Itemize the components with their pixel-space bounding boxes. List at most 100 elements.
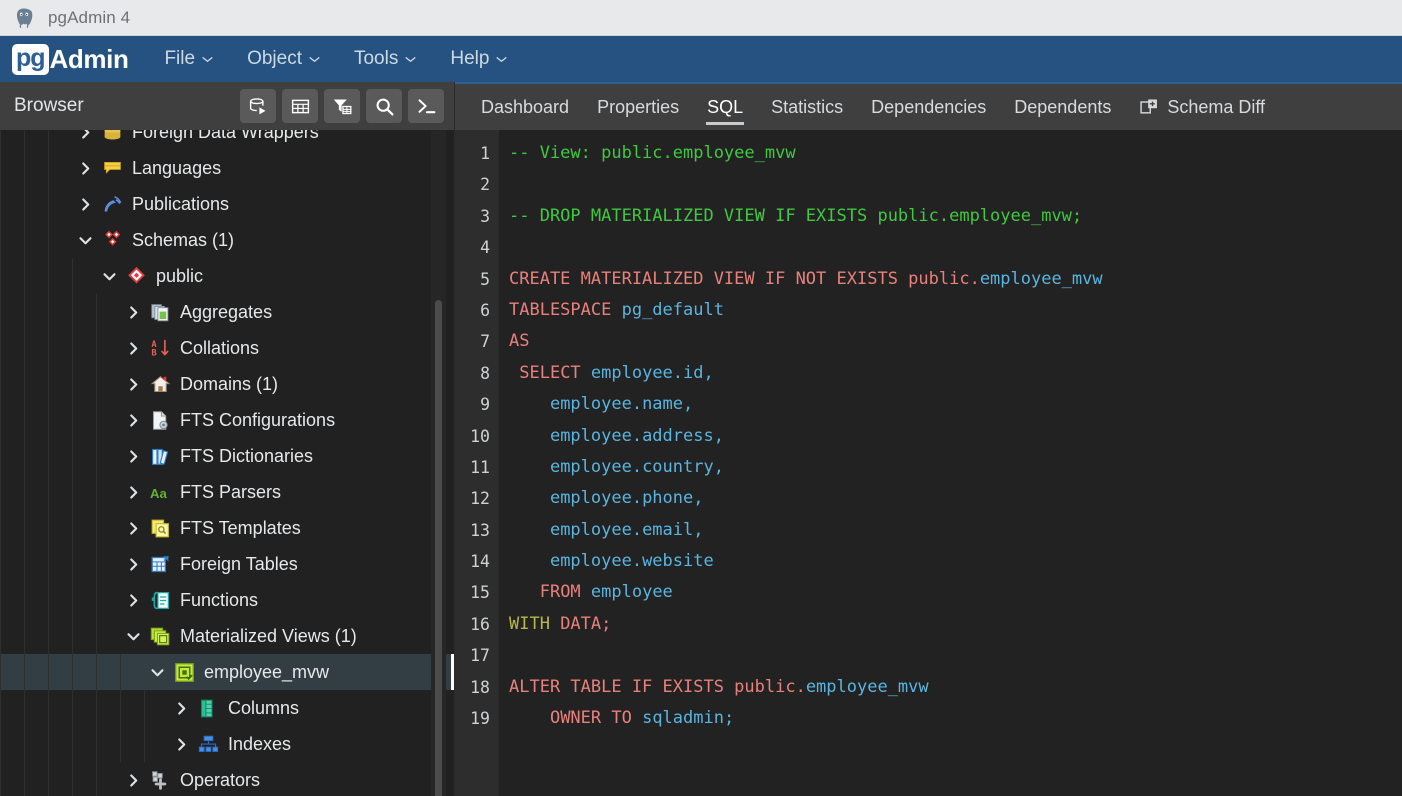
chevron-down-icon[interactable]: [124, 627, 142, 645]
chevron-right-icon[interactable]: [124, 771, 142, 789]
tree-node-fts-configurations[interactable]: FTS Configurations: [0, 402, 454, 438]
tab-dependents[interactable]: Dependents: [1000, 84, 1125, 130]
tree-node-publications[interactable]: Publications: [0, 186, 454, 222]
psql-tool-icon[interactable]: [408, 89, 444, 123]
line-number: 6: [455, 295, 499, 326]
tree-indent-spacer: [0, 708, 172, 709]
tree-indent-spacer: [0, 456, 124, 457]
chevron-right-icon[interactable]: [124, 303, 142, 321]
code-line: employee.phone,: [509, 483, 1402, 514]
tab-dashboard[interactable]: Dashboard: [467, 84, 583, 130]
chevron-right-icon[interactable]: [172, 699, 190, 717]
object-browser-tree[interactable]: Foreign Data WrappersLanguagesPublicatio…: [0, 130, 455, 796]
fts-configurations-icon: [149, 409, 171, 431]
code-token: [509, 551, 550, 571]
code-token: [509, 488, 550, 508]
chevron-right-icon[interactable]: [124, 483, 142, 501]
tree-node-collations[interactable]: ABCollations: [0, 330, 454, 366]
code-token: employee.phone,: [550, 488, 704, 508]
chevron-right-icon[interactable]: [76, 130, 94, 141]
tree-scrollbar-thumb[interactable]: [435, 300, 442, 796]
tree-node-public[interactable]: public: [0, 258, 454, 294]
chevron-right-icon[interactable]: [76, 195, 94, 213]
svg-text:B: B: [151, 348, 156, 358]
chevron-right-icon[interactable]: [124, 519, 142, 537]
chevron-right-icon[interactable]: [124, 591, 142, 609]
menu-object[interactable]: Object: [237, 44, 330, 74]
menu-object-label: Object: [247, 48, 302, 70]
chevron-down-icon[interactable]: [76, 231, 94, 249]
menu-tools-label: Tools: [354, 48, 398, 70]
filtered-rows-icon[interactable]: [324, 89, 360, 123]
tree-node-label: FTS Parsers: [180, 482, 281, 503]
columns-icon: [197, 697, 219, 719]
tree-node-foreign-data-wrappers[interactable]: Foreign Data Wrappers: [0, 130, 454, 150]
tab-schema-diff[interactable]: Schema Diff: [1125, 84, 1279, 130]
tab-statistics[interactable]: Statistics: [757, 84, 857, 130]
tree-node-fts-dictionaries[interactable]: FTS Dictionaries: [0, 438, 454, 474]
tree-node-label: FTS Dictionaries: [180, 446, 313, 467]
tree-node-employee-mvw[interactable]: employee_mvw: [0, 654, 454, 690]
tree-node-operators[interactable]: Operators: [0, 762, 454, 796]
chevron-right-icon[interactable]: [124, 555, 142, 573]
tree-indent-spacer: [0, 636, 124, 637]
view-data-icon[interactable]: [282, 89, 318, 123]
line-number: 11: [455, 452, 499, 483]
code-token: AS: [509, 331, 529, 351]
fts-templates-icon: [149, 517, 171, 539]
foreign-tables-icon: [149, 553, 171, 575]
chevron-down-icon[interactable]: [148, 663, 166, 681]
line-number: 15: [455, 577, 499, 608]
code-token: DATA;: [560, 614, 611, 634]
chevron-right-icon[interactable]: [124, 339, 142, 357]
chevron-right-icon[interactable]: [124, 447, 142, 465]
menu-help[interactable]: Help: [440, 44, 517, 74]
chevron-down-icon[interactable]: [100, 267, 118, 285]
tab-sql[interactable]: SQL: [693, 84, 757, 130]
tree-indent-spacer: [0, 276, 100, 277]
code-token: [509, 394, 550, 414]
search-icon[interactable]: [366, 89, 402, 123]
sql-code-area[interactable]: -- View: public.employee_mvw -- DROP MAT…: [499, 130, 1402, 796]
menu-tools[interactable]: Tools: [344, 44, 426, 74]
code-token: [509, 708, 550, 728]
tree-node-aggregates[interactable]: Aggregates: [0, 294, 454, 330]
chevron-right-icon[interactable]: [124, 411, 142, 429]
browser-toolbar: [240, 89, 444, 123]
tab-dependencies[interactable]: Dependencies: [857, 84, 1000, 130]
pgadmin-logo: pg Admin: [12, 42, 128, 76]
query-tool-icon[interactable]: [240, 89, 276, 123]
chevron-right-icon[interactable]: [172, 735, 190, 753]
tree-node-fts-templates[interactable]: FTS Templates: [0, 510, 454, 546]
tree-node-functions[interactable]: Functions: [0, 582, 454, 618]
sql-editor[interactable]: 12345678910111213141516171819 -- View: p…: [455, 130, 1402, 796]
fts-parsers-icon: Aa: [149, 481, 171, 503]
code-token: -- DROP MATERIALIZED VIEW IF EXISTS publ…: [509, 206, 1082, 226]
line-number: 12: [455, 483, 499, 514]
tree-node-columns[interactable]: Columns: [0, 690, 454, 726]
tree-node-label: Functions: [180, 590, 258, 611]
tree-node-indexes[interactable]: Indexes: [0, 726, 454, 762]
tree-node-foreign-tables[interactable]: Foreign Tables: [0, 546, 454, 582]
tree-node-domains-1[interactable]: Domains (1): [0, 366, 454, 402]
browser-panel-title: Browser: [14, 95, 240, 117]
tree-node-label: Materialized Views (1): [180, 626, 357, 647]
tree-node-schemas-1[interactable]: Schemas (1): [0, 222, 454, 258]
tree-node-fts-parsers[interactable]: Aa FTS Parsers: [0, 474, 454, 510]
tree-node-languages[interactable]: Languages: [0, 150, 454, 186]
tab-schema-diff-label: Schema Diff: [1167, 97, 1265, 118]
chevron-right-icon[interactable]: [124, 375, 142, 393]
sql-line-number-gutter: 12345678910111213141516171819: [455, 130, 499, 796]
code-line: [509, 640, 1402, 671]
tree-node-label: Operators: [180, 770, 260, 791]
chevron-right-icon[interactable]: [76, 159, 94, 177]
logo-pg-mark: pg: [12, 44, 49, 75]
code-line: employee.name,: [509, 389, 1402, 420]
collations-icon: AB: [149, 337, 171, 359]
code-token: employee.name,: [550, 394, 693, 414]
menu-file[interactable]: File: [154, 44, 223, 74]
postgres-elephant-icon: [13, 7, 35, 29]
code-token: CREATE MATERIALIZED VIEW IF NOT EXISTS p…: [509, 269, 980, 289]
tab-properties[interactable]: Properties: [583, 84, 693, 130]
tree-node-materialized-views-1[interactable]: Materialized Views (1): [0, 618, 454, 654]
